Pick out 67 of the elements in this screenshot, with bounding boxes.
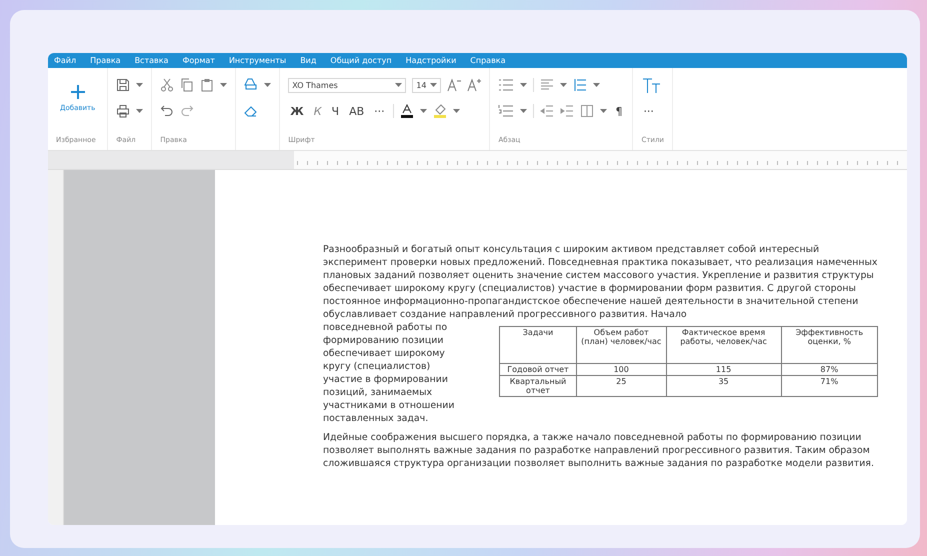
- columns-icon[interactable]: [580, 104, 594, 118]
- table-cell: 87%: [781, 364, 878, 376]
- table-header-cell: Фактическое время работы, человек/час: [666, 326, 782, 364]
- caret-icon[interactable]: [430, 82, 438, 88]
- more-button[interactable]: ···: [641, 104, 656, 118]
- caret-icon[interactable]: [560, 82, 568, 88]
- caret-icon[interactable]: [136, 108, 144, 114]
- table-cell: 35: [666, 376, 782, 396]
- caret-icon[interactable]: [452, 108, 460, 114]
- table-header-cell: Объем работ (план) человек/час: [576, 326, 666, 364]
- menu-item[interactable]: Формат: [182, 56, 215, 65]
- table-cell: Годовой отчет: [500, 364, 576, 376]
- font-name-dropdown[interactable]: XO Thames: [288, 78, 406, 92]
- paint-bucket-icon[interactable]: [244, 78, 258, 92]
- font-grow-icon[interactable]: [467, 78, 482, 92]
- caret-icon[interactable]: [136, 82, 144, 88]
- format-button[interactable]: Ч: [330, 104, 342, 118]
- format-button[interactable]: ···: [372, 104, 387, 118]
- menu-item[interactable]: Общий доступ: [330, 56, 392, 65]
- format-button[interactable]: Ж: [288, 104, 306, 118]
- caret-icon[interactable]: [395, 82, 402, 88]
- outdent-icon[interactable]: [540, 104, 554, 118]
- clipboard-icon[interactable]: [200, 78, 214, 92]
- body-paragraph: повседневной работы по формированию позиции обеспечивает широкому кругу (специалистов) участие в формировании позиций, занимаемых участниками в отношении поставленных задач.: [323, 321, 456, 425]
- highlighter-icon[interactable]: [432, 104, 447, 118]
- format-button[interactable]: К: [312, 104, 324, 118]
- caret-icon[interactable]: [593, 82, 600, 88]
- menu-item[interactable]: Справка: [470, 56, 506, 65]
- eraser-icon[interactable]: [244, 104, 258, 118]
- caret-icon[interactable]: [520, 82, 528, 88]
- body-paragraph: Идейные соображения высшего порядка, а также начало повседневной работы по формированию позиции позволяет выполнять важные задания по разработке направлений прогрессивного развития. Таким образом сложившаяся структура организации позволяет выполнить важные задания по разработке модели развития.: [323, 431, 875, 470]
- text-style-icon[interactable]: [641, 76, 662, 94]
- font-size-dropdown[interactable]: 14: [412, 78, 442, 92]
- table-cell: 100: [576, 364, 666, 376]
- menu-item[interactable]: Правка: [90, 56, 121, 65]
- scissors-icon[interactable]: [160, 78, 174, 92]
- caret-icon[interactable]: [420, 108, 427, 114]
- line-spacing-icon[interactable]: [573, 78, 588, 92]
- menu-item[interactable]: Вид: [300, 56, 316, 65]
- menu-item[interactable]: Файл: [54, 56, 76, 65]
- menu-item[interactable]: Инструменты: [228, 56, 286, 65]
- format-button[interactable]: АВ: [347, 104, 366, 118]
- table-cell: 25: [576, 376, 666, 396]
- menu-item[interactable]: Вставка: [134, 56, 168, 65]
- bullet-list-icon[interactable]: [498, 78, 514, 92]
- indent-icon[interactable]: [560, 104, 574, 118]
- numbered-list-icon[interactable]: [498, 104, 514, 118]
- plus-icon[interactable]: [70, 84, 86, 100]
- font-color-icon[interactable]: [400, 104, 414, 118]
- caret-icon[interactable]: [520, 108, 528, 114]
- redo-icon[interactable]: [180, 104, 194, 118]
- table-cell: Квартальный отчет: [500, 376, 576, 396]
- undo-icon[interactable]: [160, 104, 174, 118]
- printer-icon[interactable]: [116, 104, 130, 118]
- copy-icon[interactable]: [180, 78, 194, 92]
- save-icon[interactable]: [116, 78, 130, 92]
- table-header-cell: Задачи: [500, 326, 576, 364]
- font-shrink-icon[interactable]: [447, 78, 462, 92]
- table-cell: 115: [666, 364, 782, 376]
- caret-icon[interactable]: [220, 82, 228, 88]
- table-header-cell: Эффективность оценки, %: [781, 326, 878, 364]
- table-cell: 71%: [781, 376, 878, 396]
- caret-icon[interactable]: [600, 108, 608, 114]
- menu-item[interactable]: Надстройки: [406, 56, 456, 65]
- align-icon[interactable]: [540, 78, 554, 92]
- caret-icon[interactable]: [264, 82, 272, 88]
- paragraph-mark-button[interactable]: ¶: [613, 104, 624, 118]
